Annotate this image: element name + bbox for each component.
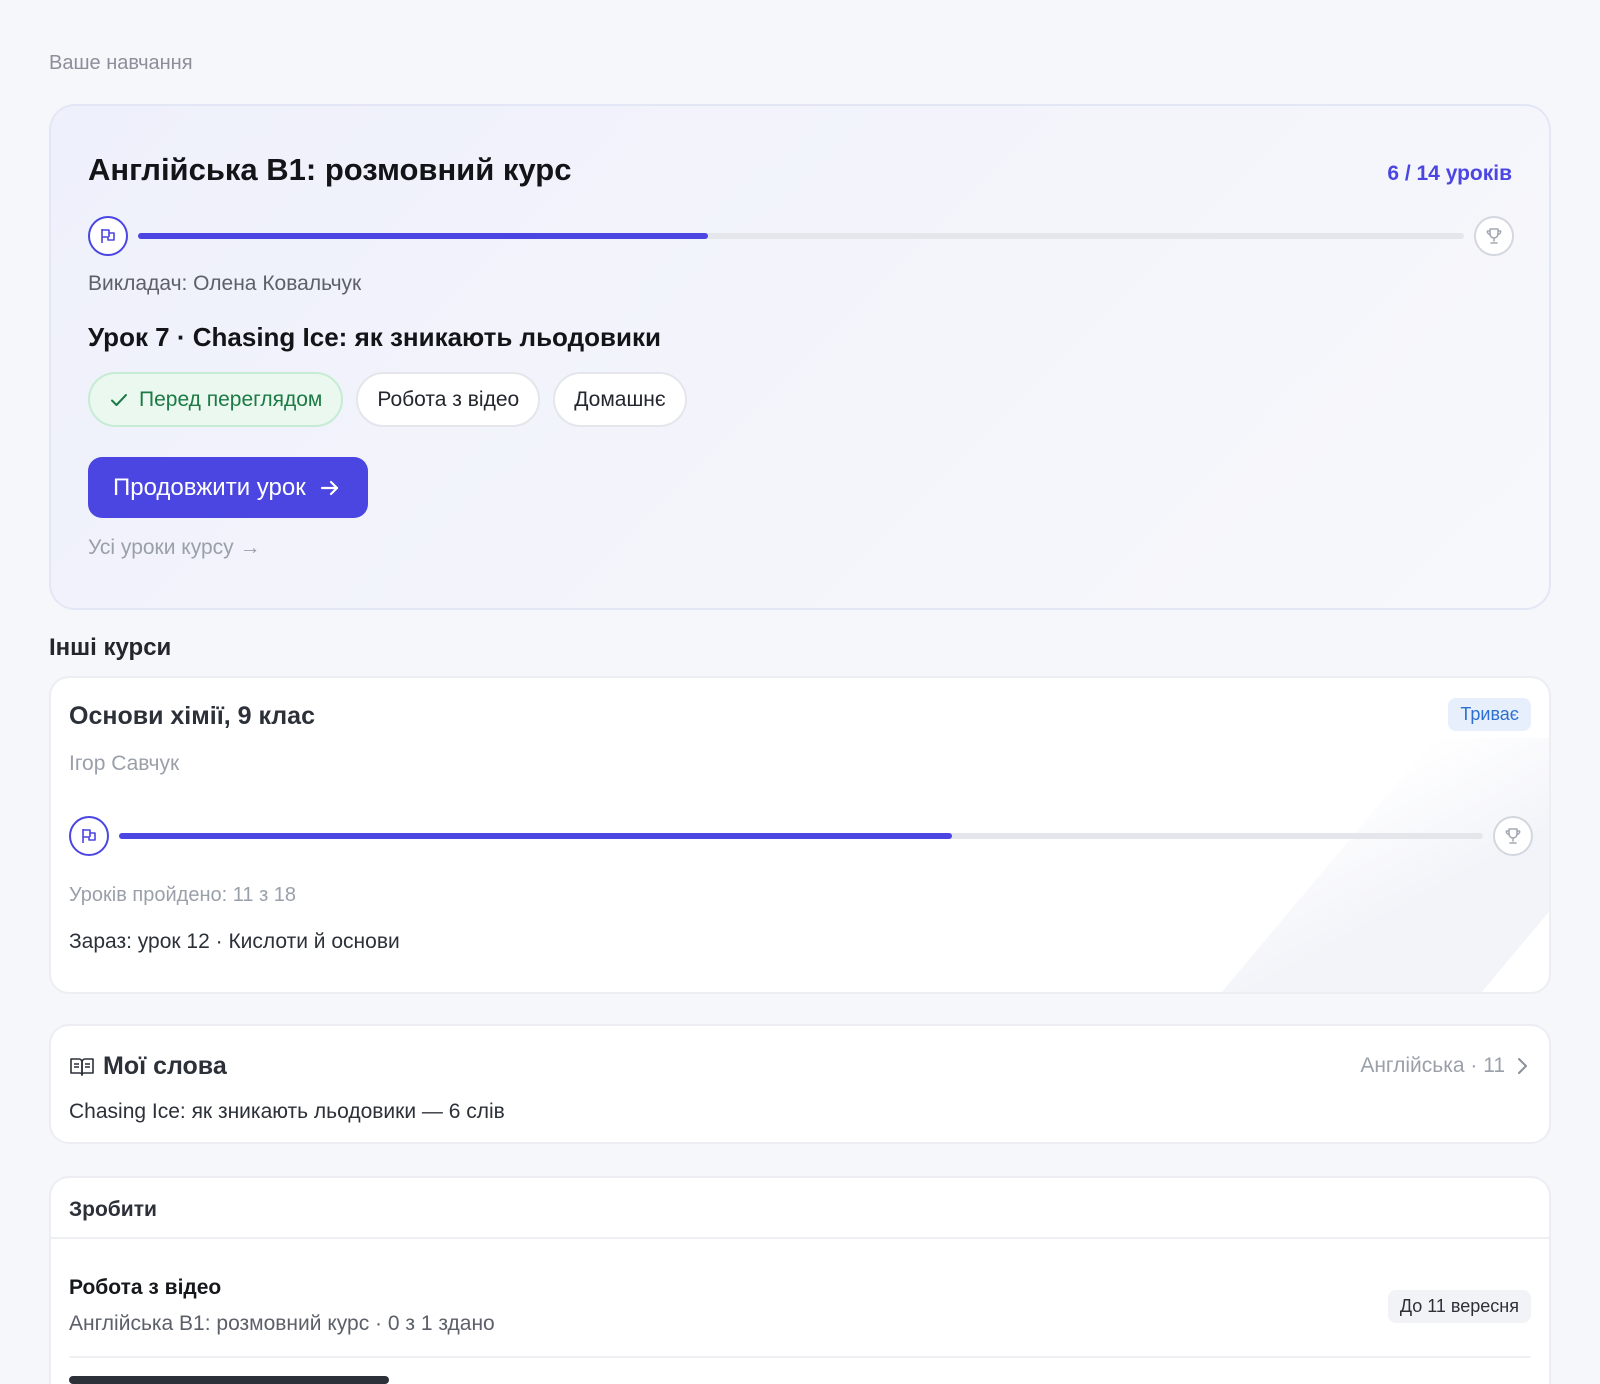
progress-fill bbox=[138, 233, 709, 239]
due-badge: До 11 вересня bbox=[1387, 1290, 1531, 1323]
status-badge: Триває bbox=[1448, 698, 1531, 731]
progress-track bbox=[119, 833, 1483, 839]
all-lessons-link[interactable]: Усі уроки курсу → bbox=[88, 536, 261, 560]
current-lesson-title: Урок 7 · Chasing Ice: як зникають льодов… bbox=[88, 322, 661, 352]
lesson-steps: Перед переглядом Робота з відео Домашнє bbox=[88, 372, 687, 427]
divider bbox=[51, 1237, 1549, 1239]
my-words-card[interactable]: Мої слова Англійська · 11 Chasing Ice: я… bbox=[49, 1024, 1551, 1144]
words-meta-label: Англійська · 11 bbox=[1360, 1054, 1505, 1077]
flag-icon bbox=[69, 816, 109, 856]
card-decoration bbox=[1183, 738, 1549, 992]
current-lesson: Зараз: урок 12 · Кислоти й основи bbox=[69, 930, 400, 953]
progress-track bbox=[138, 233, 1464, 239]
step-chip-video[interactable]: Робота з відео bbox=[356, 372, 541, 427]
words-subtitle: Chasing Ice: як зникають льодовики — 6 с… bbox=[69, 1100, 505, 1123]
todo-card: Зробити Робота з відео Англійська B1: ро… bbox=[49, 1176, 1551, 1384]
other-courses-heading: Інші курси bbox=[49, 634, 172, 661]
chevron-right-icon bbox=[1518, 1058, 1527, 1074]
flag-icon bbox=[88, 216, 128, 256]
trophy-icon bbox=[1474, 216, 1514, 256]
my-words-title: Мої слова bbox=[69, 1052, 227, 1081]
course-progress bbox=[69, 816, 1533, 856]
lessons-passed: Уроків пройдено: 11 з 18 bbox=[69, 884, 297, 906]
course-title: Англійська B1: розмовний курс bbox=[88, 152, 572, 187]
arrow-right-icon bbox=[320, 480, 338, 495]
continue-lesson-button[interactable]: Продовжити урок bbox=[88, 457, 368, 518]
todo-item-title: Робота з відео bbox=[69, 1276, 222, 1299]
divider bbox=[69, 1356, 1531, 1358]
course-title: Основи хімії, 9 клас bbox=[69, 702, 315, 730]
course-progress bbox=[88, 216, 1514, 256]
trophy-icon bbox=[1493, 816, 1533, 856]
step-chip-label: Робота з відео bbox=[377, 387, 520, 411]
progress-fill bbox=[119, 833, 953, 839]
step-chip-label: Домашнє bbox=[574, 387, 666, 411]
step-chip-label: Перед переглядом bbox=[139, 387, 323, 411]
step-chip-pre-watch[interactable]: Перед переглядом bbox=[88, 372, 344, 427]
next-todo-item-cutoff[interactable] bbox=[69, 1376, 389, 1384]
check-icon bbox=[111, 393, 127, 406]
book-open-icon bbox=[70, 1057, 94, 1076]
section-caption: Ваше навчання bbox=[49, 52, 193, 74]
step-chip-homework[interactable]: Домашнє bbox=[553, 372, 687, 427]
my-words-label: Мої слова bbox=[103, 1052, 227, 1080]
todo-heading: Зробити bbox=[69, 1198, 157, 1221]
current-course-card: Англійська B1: розмовний курс 6 / 14 уро… bbox=[49, 104, 1551, 610]
todo-item-subtitle: Англійська B1: розмовний курс · 0 з 1 зд… bbox=[69, 1312, 495, 1335]
course-teacher: Викладач: Олена Ковальчук bbox=[88, 272, 362, 295]
course-card[interactable]: Основи хімії, 9 клас Триває Ігор Савчук … bbox=[49, 676, 1551, 994]
continue-lesson-label: Продовжити урок bbox=[113, 473, 306, 501]
page: Ваше навчання Англійська B1: розмовний к… bbox=[0, 0, 1600, 1384]
course-teacher: Ігор Савчук bbox=[69, 752, 180, 775]
lesson-count: 6 / 14 уроків bbox=[1387, 162, 1512, 185]
words-meta: Англійська · 11 bbox=[1360, 1054, 1529, 1078]
